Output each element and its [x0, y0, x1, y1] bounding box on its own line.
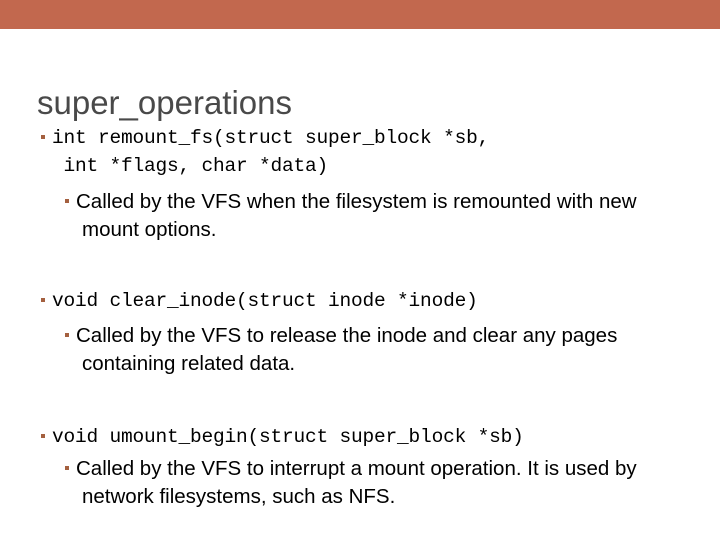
- description-text: Called by the VFS to release the inode a…: [76, 324, 618, 375]
- bullet-dot-icon: [65, 199, 69, 203]
- code-signature-item: int remount_fs(struct super_block *sb, i…: [0, 124, 720, 180]
- bullet-dot-icon: [41, 135, 45, 139]
- content-group: int remount_fs(struct super_block *sb, i…: [0, 124, 720, 244]
- code-signature-text: void clear_inode(struct inode *inode): [52, 290, 478, 312]
- bullet-dot-icon: [41, 298, 45, 302]
- code-signature-item: void umount_begin(struct super_block *sb…: [0, 423, 720, 451]
- code-signature-text: void umount_begin(struct super_block *sb…: [52, 426, 524, 448]
- bullet-dot-icon: [41, 434, 45, 438]
- content-group: void umount_begin(struct super_block *sb…: [0, 423, 720, 511]
- content-group: void clear_inode(struct inode *inode) Ca…: [0, 287, 720, 378]
- code-signature-text: int remount_fs(struct super_block *sb, i…: [52, 127, 490, 177]
- slide-canvas: super_operations int remount_fs(struct s…: [0, 0, 720, 540]
- bullet-dot-icon: [65, 333, 69, 337]
- description-text: Called by the VFS to interrupt a mount o…: [76, 457, 637, 508]
- description-item: Called by the VFS to release the inode a…: [0, 322, 720, 378]
- description-item: Called by the VFS when the filesystem is…: [0, 188, 720, 244]
- code-signature-item: void clear_inode(struct inode *inode): [0, 287, 720, 315]
- page-title: super_operations: [37, 84, 293, 122]
- bullet-dot-icon: [65, 466, 69, 470]
- slide-body: int remount_fs(struct super_block *sb, i…: [0, 124, 720, 511]
- top-banner-decoration: [0, 0, 720, 29]
- description-text: Called by the VFS when the filesystem is…: [76, 190, 637, 241]
- description-item: Called by the VFS to interrupt a mount o…: [0, 455, 720, 511]
